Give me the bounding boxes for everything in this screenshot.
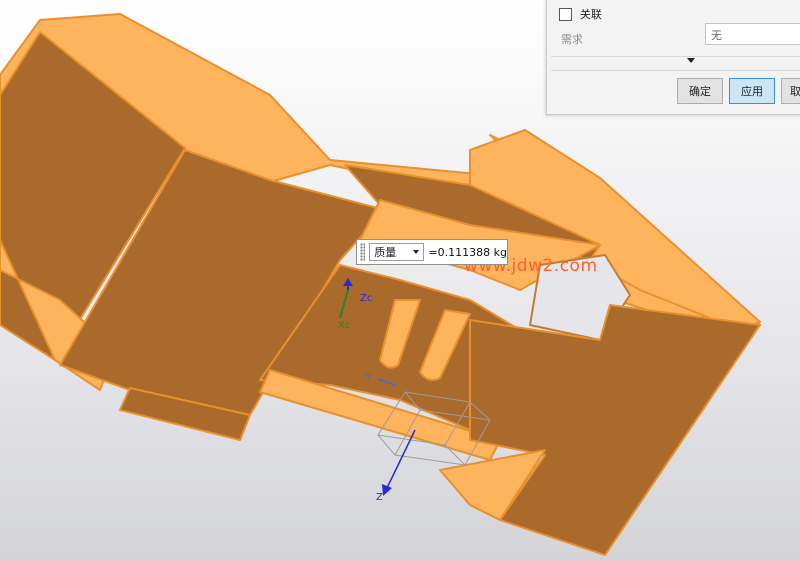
mass-value: =0.111388 kg (428, 245, 507, 259)
y-axis-label: Y (365, 372, 372, 383)
associate-label: 关联 (579, 8, 602, 21)
ok-button[interactable]: 确定 (677, 78, 723, 104)
measure-type-value: 质量 (374, 246, 397, 259)
divider (551, 70, 800, 71)
cancel-button[interactable]: 取 (781, 78, 800, 104)
drag-grip-icon[interactable] (360, 243, 366, 261)
measure-body-dialog: 关联 需求 无 确定 应用 取 (546, 0, 800, 115)
requirement-label: 需求 (561, 33, 583, 46)
expand-arrow-icon[interactable] (687, 58, 695, 63)
z-axis-arrowhead (382, 484, 392, 496)
zc-axis-label: Zc (360, 293, 373, 304)
chevron-down-icon (413, 250, 420, 254)
mass-measure-tooltip[interactable]: 质量 =0.111388 kg (356, 239, 508, 265)
apply-button[interactable]: 应用 (729, 78, 775, 104)
z-axis-line (385, 429, 416, 491)
associate-checkbox[interactable] (559, 7, 572, 21)
divider (551, 56, 800, 57)
associate-row[interactable]: 关联 (559, 6, 602, 22)
requirement-field[interactable]: 无 (705, 23, 800, 45)
right-block-face (469, 304, 761, 556)
xc-axis-label: Xc (338, 320, 351, 331)
measure-type-select[interactable]: 质量 (369, 243, 425, 261)
z-axis-label: Z (376, 492, 383, 503)
